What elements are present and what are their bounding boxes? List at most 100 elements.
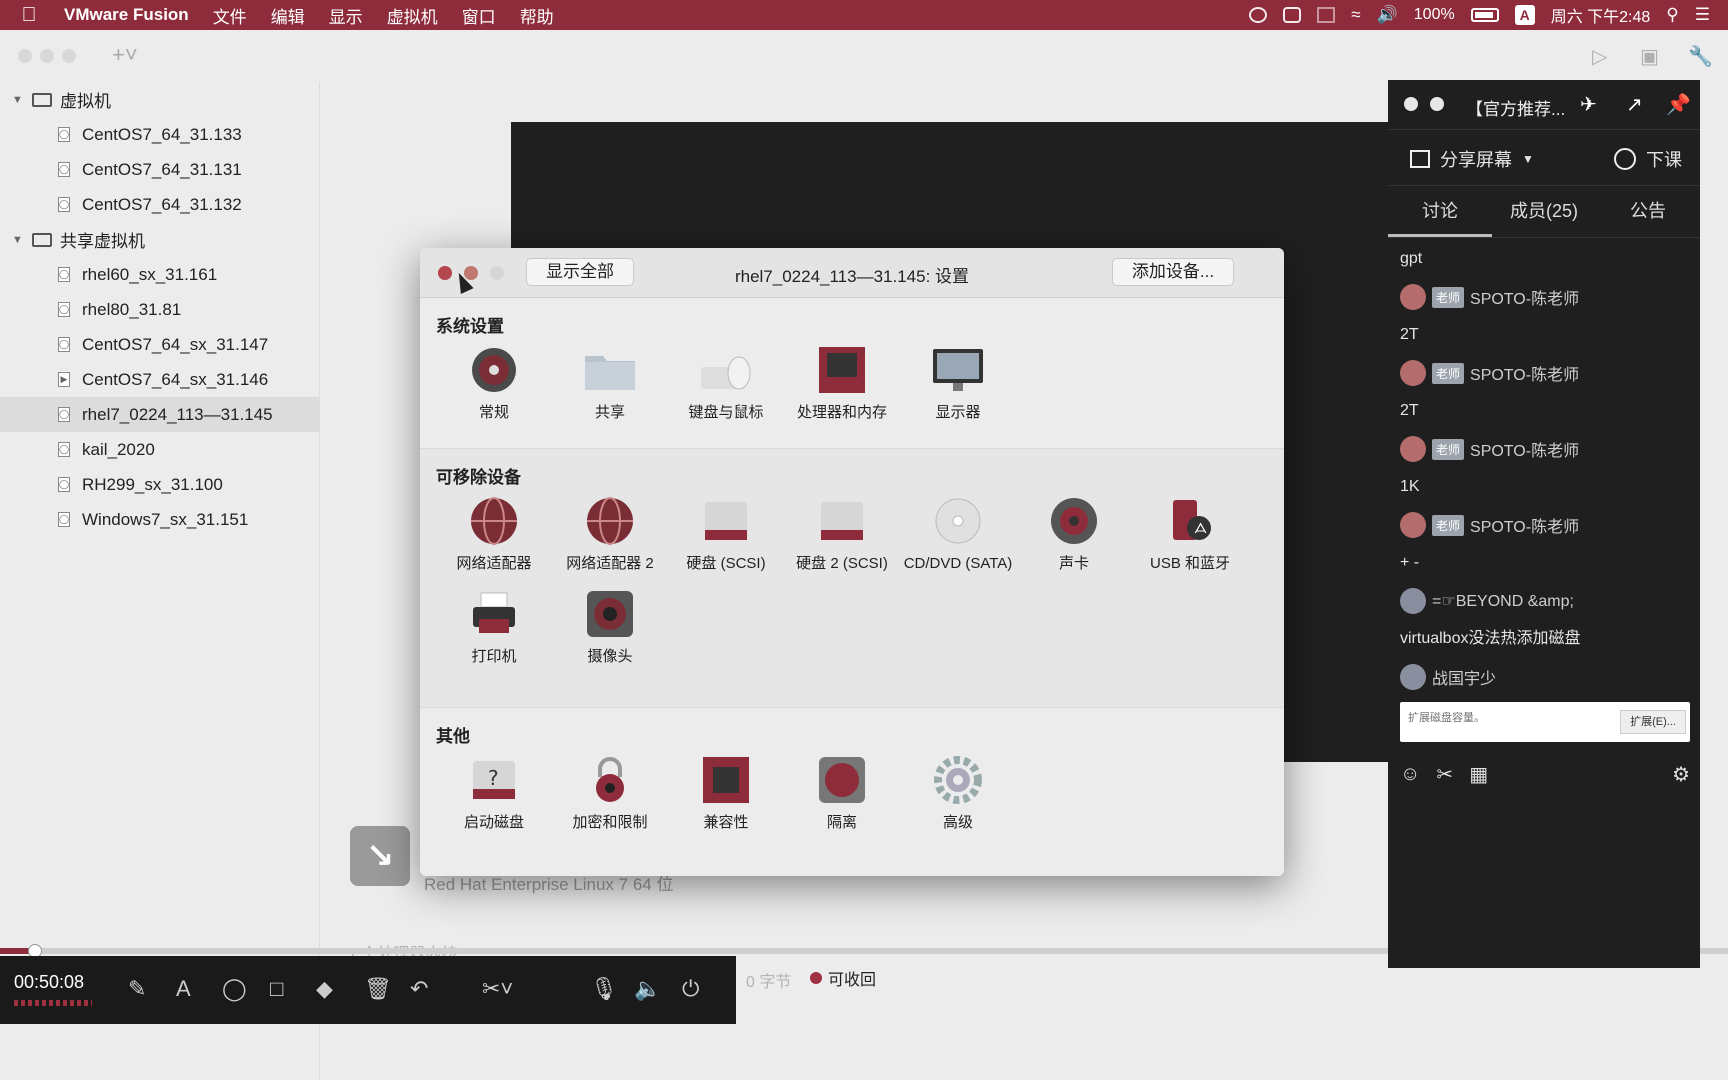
setting-advanced[interactable]: 高级 [900, 753, 1016, 832]
menubar-clock[interactable]: 周六 下午2:48 [1551, 3, 1651, 27]
vm-item[interactable]: ▶ CentOS7_64_sx_31.146 [0, 362, 319, 397]
window-zoom-button[interactable] [62, 49, 76, 63]
menu-view[interactable]: 显示 [329, 3, 363, 28]
setting-sharing[interactable]: 共享 [552, 343, 668, 422]
wifi-icon[interactable]: ≈ [1351, 5, 1360, 25]
vm-item-selected[interactable]: ◯ rhel7_0224_113—31.145 [0, 397, 319, 432]
group-shared-vms[interactable]: ▼ 共享虚拟机 [0, 222, 319, 257]
tab-discussion[interactable]: 讨论 [1388, 186, 1492, 237]
vm-item[interactable]: ◯ CentOS7_64_31.133 [0, 117, 319, 152]
battery-icon[interactable] [1470, 8, 1499, 22]
avatar[interactable] [1400, 664, 1426, 690]
menu-edit[interactable]: 编辑 [271, 3, 305, 28]
snapshot-icon[interactable]: ▣ [1640, 44, 1659, 69]
group-vms[interactable]: ▼ 虚拟机 [0, 82, 319, 117]
avatar[interactable] [1400, 284, 1426, 310]
airplane-icon[interactable]: ✈ [1580, 92, 1597, 117]
settings-wrench-icon[interactable]: 🔧 [1688, 44, 1713, 69]
window-minimize-button[interactable] [40, 49, 54, 63]
avatar[interactable] [1400, 588, 1426, 614]
setting-hard-disk[interactable]: 硬盘 (SCSI) [668, 494, 784, 573]
setting-sound-card[interactable]: 声卡 [1016, 494, 1132, 573]
tab-members[interactable]: 成员(25) [1492, 186, 1596, 237]
setting-network-adapter[interactable]: 网络适配器 [436, 494, 552, 573]
setting-display[interactable]: 显示器 [900, 343, 1016, 422]
vm-item[interactable]: ◯ CentOS7_64_31.131 [0, 152, 319, 187]
chat-message: 2T [1400, 326, 1419, 343]
setting-camera[interactable]: 摄像头 [552, 587, 668, 666]
menu-vm[interactable]: 虚拟机 [387, 3, 438, 28]
gear-icon[interactable]: ⚙ [1672, 762, 1690, 787]
apple-menu-icon[interactable]:  [18, 4, 40, 27]
scissors-tool-icon[interactable]: ✂˅ [482, 976, 513, 1002]
setting-label: 声卡 [1058, 555, 1089, 572]
reclaimable-indicator: 可收回 [810, 966, 876, 990]
input-method-icon[interactable]: A [1514, 5, 1535, 25]
vm-item[interactable]: ◯ CentOS7_64_31.132 [0, 187, 319, 222]
tab-announcement[interactable]: 公告 [1596, 186, 1700, 237]
image-icon[interactable]: ▦ [1469, 762, 1488, 787]
setting-compatibility[interactable]: 兼容性 [668, 753, 784, 832]
window-close-button[interactable] [18, 49, 32, 63]
status-app-icon[interactable] [1249, 7, 1268, 23]
setting-encryption[interactable]: 加密和限制 [552, 753, 668, 832]
setting-printer[interactable]: 打印机 [436, 587, 552, 666]
microphone-icon[interactable]: 🎙 [590, 976, 618, 1002]
vm-item[interactable]: ◯ RH299_sx_31.100 [0, 467, 319, 502]
chat-header: 【官方推荐... ✈ ↗ 📌 [1388, 80, 1700, 130]
speaker-volume-icon[interactable]: 🔈 [634, 976, 661, 1002]
chat-input-box[interactable]: 扩展(E)... [1400, 702, 1690, 742]
mountain-status-icon[interactable] [1317, 7, 1336, 23]
menu-window[interactable]: 窗口 [462, 3, 496, 28]
avatar[interactable] [1400, 436, 1426, 462]
menu-file[interactable]: 文件 [213, 3, 247, 28]
setting-usb-bluetooth[interactable]: ᗋ USB 和蓝牙 [1132, 494, 1248, 573]
pen-icon[interactable]: ✎ [128, 976, 146, 1002]
vm-item[interactable]: ◯ kail_2020 [0, 432, 319, 467]
section-system-settings: 系统设置 常规 共享 键盘与鼠标 处理器和内存 显示器 [420, 298, 1284, 449]
chat-input-field[interactable] [1408, 712, 1588, 724]
avatar[interactable] [1400, 360, 1426, 386]
circle-tool-icon[interactable]: ◯ [222, 976, 247, 1002]
disclosure-triangle-icon[interactable]: ▼ [12, 234, 24, 246]
play-icon[interactable]: ▷ [1592, 44, 1607, 69]
power-icon[interactable]: ⏻ [682, 976, 699, 1002]
text-tool-icon[interactable]: A [176, 976, 191, 1002]
menu-help[interactable]: 帮助 [520, 3, 554, 28]
chat-close-button[interactable] [1404, 97, 1418, 111]
setting-cd-dvd[interactable]: CD/DVD (SATA) [900, 494, 1016, 573]
undo-icon[interactable]: ↶ [410, 976, 428, 1002]
volume-icon[interactable]: 🔊 [1377, 5, 1398, 25]
rectangle-tool-icon[interactable]: □ [270, 976, 283, 1002]
emoji-icon[interactable]: ☺ [1400, 763, 1420, 786]
spotlight-search-icon[interactable]: ⚲ [1666, 5, 1678, 25]
setting-processors-memory[interactable]: 处理器和内存 [784, 343, 900, 422]
vm-item[interactable]: ◯ rhel80_31.81 [0, 292, 319, 327]
disclosure-triangle-icon[interactable]: ▼ [12, 94, 24, 106]
vm-item[interactable]: ◯ Windows7_sx_31.151 [0, 502, 319, 537]
setting-startup-disk[interactable]: ? 启动磁盘 [436, 753, 552, 832]
setting-network-adapter-2[interactable]: 网络适配器 2 [552, 494, 668, 573]
vm-item[interactable]: ◯ CentOS7_64_sx_31.147 [0, 327, 319, 362]
eraser-icon[interactable]: ◆ [316, 976, 333, 1002]
trash-icon[interactable]: 🗑 [364, 976, 392, 1002]
pin-icon[interactable]: 📌 [1666, 92, 1691, 117]
avatar[interactable] [1400, 512, 1426, 538]
screen-share-status-icon[interactable] [1283, 7, 1302, 23]
settings-dialog: 显示全部 rhel7_0224_113—31.145: 设置 添加设备... 系… [420, 248, 1284, 876]
setting-keyboard-mouse[interactable]: 键盘与鼠标 [668, 343, 784, 422]
scissors-icon[interactable]: ✂ [1436, 762, 1453, 787]
setting-general[interactable]: 常规 [436, 343, 552, 422]
share-screen-button[interactable]: 分享屏幕 ▼ [1410, 146, 1534, 172]
end-class-button[interactable]: 下课 [1614, 146, 1682, 172]
chat-minimize-button[interactable] [1430, 97, 1444, 111]
share-out-icon[interactable]: ↗ [1626, 92, 1643, 117]
app-menu[interactable]: VMware Fusion [64, 5, 189, 25]
notification-center-icon[interactable]: ☰ [1695, 5, 1710, 25]
setting-hard-disk-2[interactable]: 硬盘 2 (SCSI) [784, 494, 900, 573]
add-device-button[interactable]: 添加设备... [1112, 258, 1234, 286]
expand-button[interactable]: 扩展(E)... [1620, 710, 1686, 734]
setting-isolation[interactable]: 隔离 [784, 753, 900, 832]
vm-item[interactable]: ◯ rhel60_sx_31.161 [0, 257, 319, 292]
add-vm-menu-icon[interactable]: +˅ [112, 42, 138, 68]
